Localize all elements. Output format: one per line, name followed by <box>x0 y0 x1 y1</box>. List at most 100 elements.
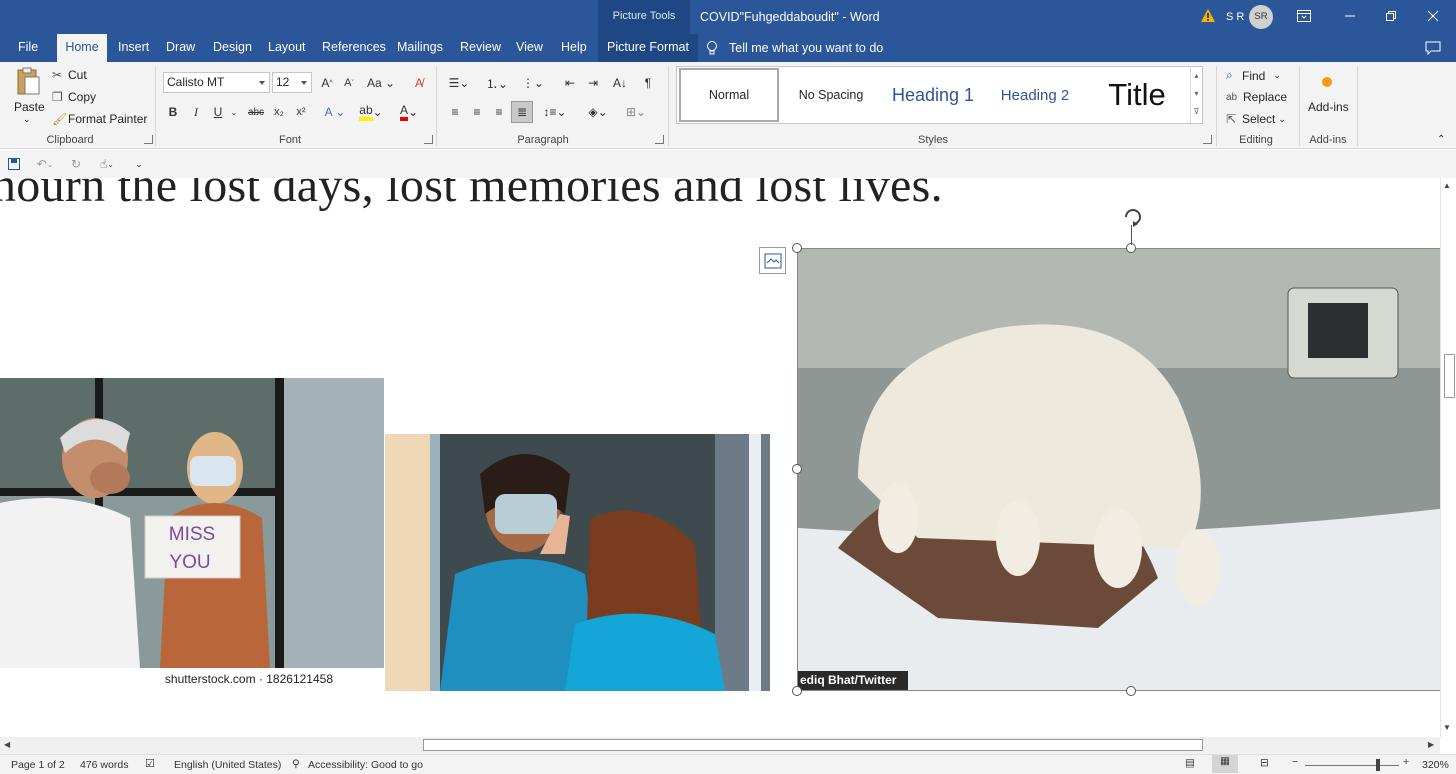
photo-visitor-window[interactable]: MISS YOU shutterstock.com · 1826121458 <box>0 378 384 691</box>
resize-handle-left[interactable] <box>792 464 802 474</box>
ribbon-display-options-icon[interactable] <box>1281 0 1327 32</box>
highlight-icon[interactable]: ab ⌄ <box>355 101 387 123</box>
format-painter-button[interactable]: 🖌 Format Painter <box>52 112 147 126</box>
customize-qat-icon[interactable]: ⌄ <box>132 153 146 175</box>
add-ins-button[interactable]: Add-ins <box>1308 100 1349 114</box>
scroll-left-arrow-icon[interactable]: ◀ <box>4 740 10 749</box>
restore-icon[interactable] <box>1368 0 1414 32</box>
grow-font-icon[interactable]: A ^ <box>317 72 337 94</box>
increase-indent-icon[interactable]: ⇥ <box>583 72 603 94</box>
tab-file[interactable]: File <box>9 34 47 62</box>
vertical-scroll-thumb[interactable] <box>1444 354 1455 398</box>
minimize-icon[interactable] <box>1327 0 1373 32</box>
tab-home[interactable]: Home <box>57 34 107 62</box>
tab-mailings[interactable]: Mailings <box>388 34 452 62</box>
comments-icon[interactable] <box>1424 39 1442 57</box>
zoom-out-icon[interactable]: − <box>1292 756 1298 768</box>
change-case-icon[interactable]: Aa ⌄ <box>366 72 396 94</box>
style-no-spacing[interactable]: No Spacing <box>781 68 881 122</box>
shading-icon[interactable]: ◈⌄ <box>582 101 614 123</box>
scroll-up-icon[interactable]: ▴ <box>1191 67 1202 85</box>
read-mode-icon[interactable]: ▤ <box>1185 757 1195 769</box>
tab-picture-format[interactable]: Picture Format <box>598 34 698 62</box>
bold-button[interactable]: B <box>164 101 182 123</box>
accessibility-icon[interactable]: ⚲ <box>292 758 300 770</box>
photo-girl-at-window[interactable] <box>385 434 770 691</box>
styles-launcher-icon[interactable] <box>1203 135 1212 144</box>
replace-button[interactable]: ab Replace <box>1226 90 1287 104</box>
font-color-icon[interactable]: A ⌄ <box>393 101 425 123</box>
save-icon[interactable] <box>6 153 22 175</box>
subscript-icon[interactable]: x₂ <box>270 101 288 123</box>
numbering-icon[interactable]: ⒈⌄ <box>482 72 512 94</box>
page-count[interactable]: Page 1 of 2 <box>11 759 65 771</box>
style-heading-2[interactable]: Heading 2 <box>985 68 1085 122</box>
document-canvas[interactable]: nourn the lost days, lost memories and l… <box>0 178 1440 737</box>
font-size-select[interactable]: 12 <box>272 72 312 93</box>
multilevel-list-icon[interactable]: ⋮⌄ <box>518 72 548 94</box>
justify-icon[interactable]: ≣ <box>511 101 533 123</box>
align-center-icon[interactable]: ≡ <box>467 101 487 123</box>
align-left-icon[interactable]: ≡ <box>445 101 465 123</box>
font-launcher-icon[interactable] <box>424 135 433 144</box>
font-family-select[interactable]: Calisto MT <box>163 72 270 93</box>
tab-references[interactable]: References <box>313 34 395 62</box>
paste-button[interactable] <box>14 66 42 96</box>
collapse-ribbon-icon[interactable]: ⌃ <box>1437 134 1445 145</box>
style-title[interactable]: Title <box>1087 68 1187 122</box>
accessibility-status[interactable]: Accessibility: Good to go <box>308 759 423 771</box>
scroll-down-icon[interactable]: ▾ <box>1191 85 1202 103</box>
tab-view[interactable]: View <box>507 34 552 62</box>
resize-handle-bottom[interactable] <box>1126 686 1136 696</box>
show-paragraph-marks-icon[interactable]: ¶ <box>638 72 658 94</box>
clear-formatting-icon[interactable]: A̸ <box>408 72 430 94</box>
underline-dropdown-icon[interactable]: ⌄ <box>228 101 240 123</box>
web-layout-icon[interactable]: ⊟ <box>1260 757 1269 769</box>
more-styles-icon[interactable]: ⊽ <box>1191 103 1202 121</box>
tab-design[interactable]: Design <box>204 34 261 62</box>
tell-me-search[interactable]: Tell me what you want to do <box>705 34 883 62</box>
cut-button[interactable]: ✂ Cut <box>52 68 87 82</box>
tab-help[interactable]: Help <box>552 34 596 62</box>
add-ins-icon[interactable] <box>1319 74 1335 90</box>
photo-glove-hand[interactable]: ediq Bhat/Twitter <box>798 248 1440 691</box>
select-button[interactable]: ⇱ Select ⌄ <box>1226 112 1286 126</box>
print-layout-icon[interactable]: ▦ <box>1212 755 1238 773</box>
proofing-icon[interactable]: ☑ <box>145 757 155 770</box>
strikethrough-button[interactable]: abc <box>245 101 267 123</box>
sort-icon[interactable]: A↓ <box>610 72 630 94</box>
tab-review[interactable]: Review <box>451 34 510 62</box>
bullets-icon[interactable]: ☰⌄ <box>444 72 474 94</box>
zoom-slider[interactable] <box>1305 765 1399 766</box>
resize-handle-top-left[interactable] <box>792 243 802 253</box>
tab-layout[interactable]: Layout <box>259 34 315 62</box>
scroll-up-arrow-icon[interactable]: ▲ <box>1443 181 1451 190</box>
decrease-indent-icon[interactable]: ⇤ <box>560 72 580 94</box>
align-right-icon[interactable]: ≡ <box>489 101 509 123</box>
text-effects-icon[interactable]: A ⌄ <box>320 101 350 123</box>
italic-button[interactable]: I <box>187 101 205 123</box>
avatar[interactable]: SR <box>1249 5 1273 29</box>
resize-handle-bottom-left[interactable] <box>792 686 802 696</box>
style-heading-1[interactable]: Heading 1 <box>883 68 983 122</box>
style-normal[interactable]: Normal <box>679 68 779 122</box>
user-initials[interactable]: S R <box>1226 11 1244 23</box>
vertical-scrollbar[interactable]: ▲ ▼ <box>1440 178 1456 737</box>
find-button[interactable]: ⌕ Find ⌄ <box>1226 68 1281 83</box>
warning-icon[interactable] <box>1200 8 1216 24</box>
tab-draw[interactable]: Draw <box>157 34 204 62</box>
rotate-handle-icon[interactable] <box>1122 206 1142 227</box>
line-spacing-icon[interactable]: ↕≡⌄ <box>539 101 571 123</box>
paragraph-launcher-icon[interactable] <box>655 135 664 144</box>
layout-options-button[interactable] <box>759 247 786 274</box>
clipboard-launcher-icon[interactable] <box>144 135 153 144</box>
touch-mode-icon[interactable]: ☝ ⌄ <box>92 153 122 175</box>
tab-insert[interactable]: Insert <box>109 34 158 62</box>
horizontal-scrollbar[interactable]: ◀ ▶ <box>0 737 1440 754</box>
language[interactable]: English (United States) <box>174 759 281 771</box>
paste-dropdown-icon[interactable]: ⌄ <box>23 114 31 125</box>
underline-button[interactable]: U <box>209 101 227 123</box>
zoom-in-icon[interactable]: + <box>1403 756 1409 768</box>
word-count[interactable]: 476 words <box>80 759 128 771</box>
document-paragraph[interactable]: nourn the lost days, lost memories and l… <box>0 178 943 213</box>
